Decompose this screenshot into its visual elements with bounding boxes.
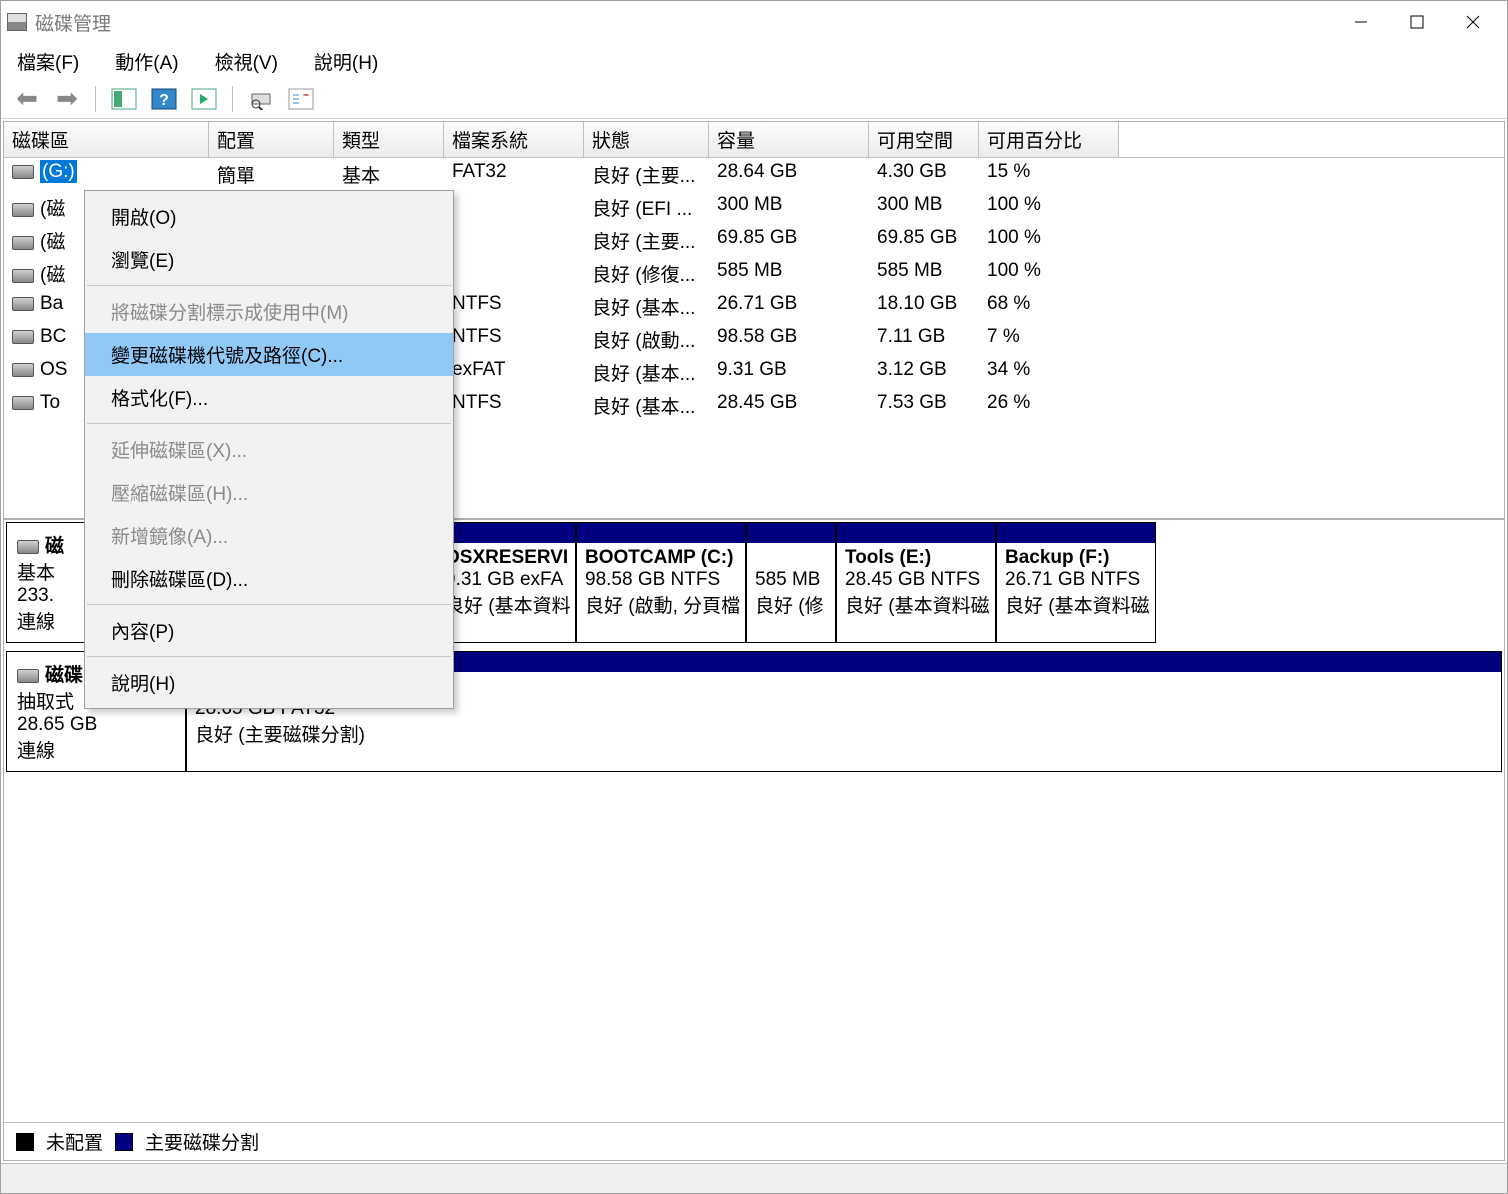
col-layout[interactable]: 配置 [209, 122, 334, 157]
svg-text:?: ? [159, 92, 169, 109]
partition[interactable]: 585 MB良好 (修 [746, 522, 836, 643]
context-menu-item: 延伸磁碟區(X)... [85, 428, 453, 471]
context-menu: 開啟(O)瀏覽(E) 將磁碟分割標示成使用中(M)變更磁碟機代號及路徑(C)...… [84, 190, 454, 709]
context-menu-separator [87, 604, 451, 605]
menu-view[interactable]: 檢視(V) [209, 44, 284, 79]
volume-list-header: 磁碟區 配置 類型 檔案系統 狀態 容量 可用空間 可用百分比 [4, 122, 1504, 158]
context-menu-separator [87, 285, 451, 286]
menu-help[interactable]: 說明(H) [308, 44, 384, 79]
partition[interactable]: BOOTCAMP (C:)98.58 GB NTFS良好 (啟動, 分頁檔 [576, 522, 746, 643]
legend-unallocated-label: 未配置 [46, 1128, 103, 1155]
window-title: 磁碟管理 [35, 9, 1333, 36]
context-menu-item[interactable]: 開啟(O) [85, 195, 453, 238]
context-menu-item: 壓縮磁碟區(H)... [85, 471, 453, 514]
window-controls [1333, 2, 1501, 42]
col-pct[interactable]: 可用百分比 [979, 122, 1119, 157]
show-hide-tree-button[interactable] [108, 83, 140, 115]
separator [95, 86, 96, 112]
rescan-button[interactable] [245, 83, 277, 115]
separator [232, 86, 233, 112]
forward-button[interactable]: ➡ [51, 83, 83, 115]
app-icon [7, 13, 27, 31]
col-type[interactable]: 類型 [334, 122, 444, 157]
legend-unallocated-swatch [16, 1133, 34, 1151]
action-list-button[interactable] [188, 83, 220, 115]
titlebar[interactable]: 磁碟管理 [1, 1, 1507, 43]
context-menu-item[interactable]: 說明(H) [85, 661, 453, 704]
context-menu-separator [87, 656, 451, 657]
status-bar [1, 1163, 1507, 1193]
partition[interactable]: Backup (F:)26.71 GB NTFS良好 (基本資料磁 [996, 522, 1156, 643]
context-menu-item[interactable]: 變更磁碟機代號及路徑(C)... [85, 333, 453, 376]
col-volume[interactable]: 磁碟區 [4, 122, 209, 157]
partition[interactable]: Tools (E:)28.45 GB NTFS良好 (基本資料磁 [836, 522, 996, 643]
help-button[interactable]: ? [148, 83, 180, 115]
col-capacity[interactable]: 容量 [709, 122, 869, 157]
close-button[interactable] [1445, 2, 1501, 42]
maximize-button[interactable] [1389, 2, 1445, 42]
partition[interactable]: OSXRESERVI9.31 GB exFA良好 (基本資料 [436, 522, 576, 643]
context-menu-item[interactable]: 刪除磁碟區(D)... [85, 557, 453, 600]
disk-icon [17, 669, 39, 683]
menu-file[interactable]: 檔案(F) [11, 44, 85, 79]
context-menu-separator [87, 423, 451, 424]
legend: 未配置 主要磁碟分割 [4, 1122, 1504, 1160]
back-button[interactable]: ⬅ [11, 83, 43, 115]
legend-primary-swatch [115, 1133, 133, 1151]
context-menu-item[interactable]: 內容(P) [85, 609, 453, 652]
settings-button[interactable] [285, 83, 317, 115]
context-menu-item: 新增鏡像(A)... [85, 514, 453, 557]
menu-action[interactable]: 動作(A) [109, 44, 184, 79]
toolbar: ⬅ ➡ ? [1, 79, 1507, 119]
volume-row[interactable]: (G:)簡單基本FAT32良好 (主要...28.64 GB4.30 GB15 … [4, 158, 1504, 191]
context-menu-item: 將磁碟分割標示成使用中(M) [85, 290, 453, 333]
minimize-button[interactable] [1333, 2, 1389, 42]
col-free[interactable]: 可用空間 [869, 122, 979, 157]
disk-icon [17, 540, 39, 554]
context-menu-item[interactable]: 格式化(F)... [85, 376, 453, 419]
legend-primary-label: 主要磁碟分割 [145, 1128, 259, 1155]
menubar: 檔案(F) 動作(A) 檢視(V) 說明(H) [1, 43, 1507, 79]
col-fs[interactable]: 檔案系統 [444, 122, 584, 157]
context-menu-item[interactable]: 瀏覽(E) [85, 238, 453, 281]
col-status[interactable]: 狀態 [584, 122, 709, 157]
